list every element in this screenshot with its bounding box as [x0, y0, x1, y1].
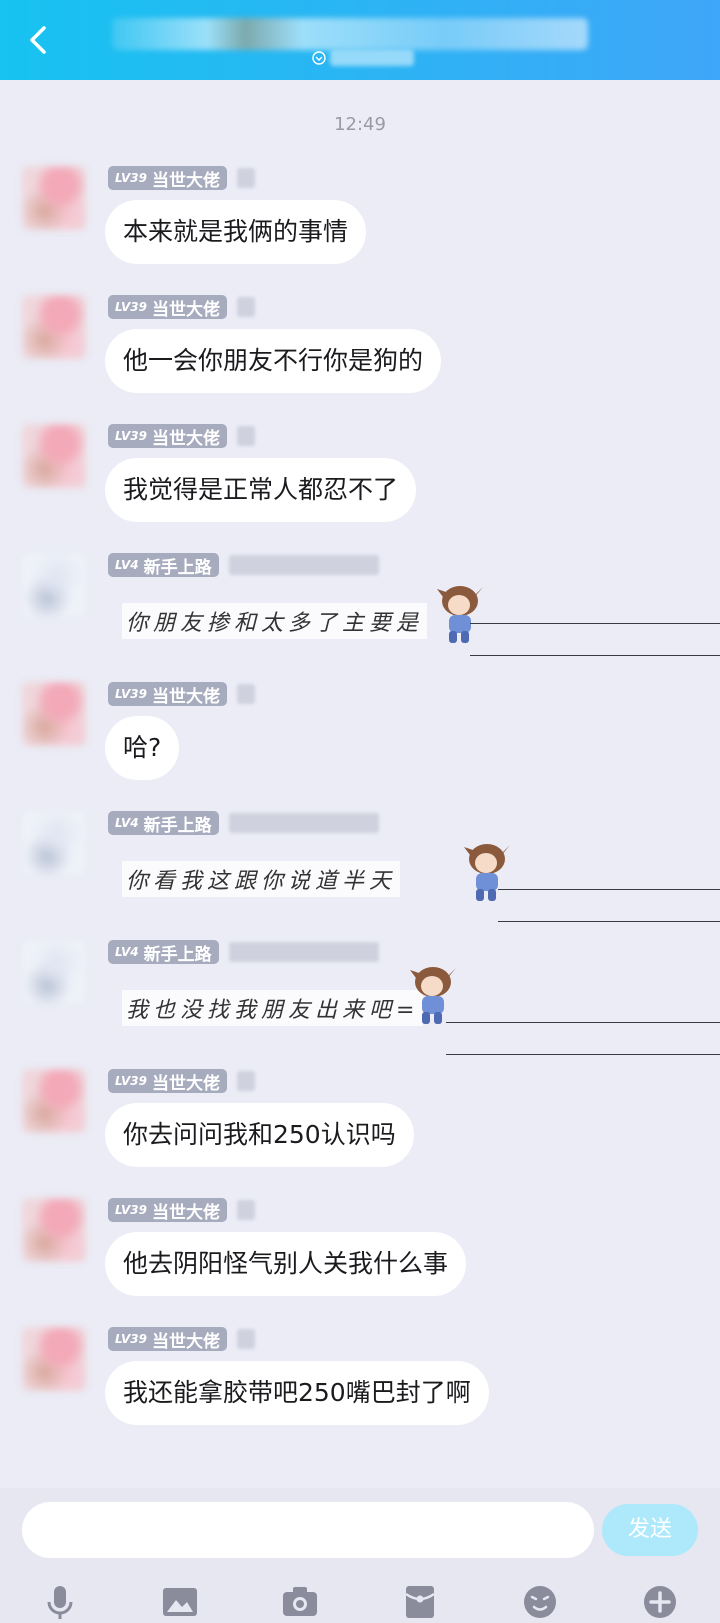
back-button[interactable]: [18, 18, 62, 62]
rank-title: 新手上路: [143, 944, 212, 965]
rank-title: 当世大佬: [151, 428, 220, 449]
chibi-sticker-icon: [410, 967, 456, 1024]
avatar[interactable]: [22, 1198, 86, 1262]
member-count-redacted: [330, 50, 414, 66]
red-packet-icon[interactable]: [400, 1582, 440, 1622]
username-redacted: [237, 426, 255, 446]
message-bubble[interactable]: 他去阴阳怪气别人关我什么事: [105, 1232, 467, 1296]
sticker-string: [470, 655, 720, 656]
rank-badge[interactable]: LV39 当世大佬: [108, 424, 227, 449]
level-label: LV4: [115, 816, 139, 830]
avatar[interactable]: [22, 166, 86, 230]
composer-bar: 发送: [0, 1488, 720, 1623]
sticker-string: [498, 889, 720, 890]
username-redacted: [237, 1071, 255, 1091]
rank-title: 新手上路: [143, 815, 212, 836]
level-label: LV39: [115, 1074, 147, 1088]
level-label: LV4: [115, 558, 139, 572]
handwriting-message[interactable]: 你看我这跟你说道半天: [122, 861, 401, 897]
avatar[interactable]: [22, 553, 86, 617]
rank-title: 当世大佬: [151, 299, 220, 320]
rank-badge[interactable]: LV4 新手上路: [108, 811, 219, 836]
rank-title: 新手上路: [143, 557, 212, 578]
mic-icon[interactable]: [40, 1582, 80, 1622]
plus-icon[interactable]: [640, 1582, 680, 1622]
level-label: LV39: [115, 1332, 147, 1346]
message-bubble[interactable]: 本来就是我俩的事情: [105, 200, 367, 264]
rank-badge[interactable]: LV39 当世大佬: [108, 166, 227, 191]
rank-badge[interactable]: LV4 新手上路: [108, 553, 219, 578]
username-redacted: [237, 168, 255, 188]
rank-title: 当世大佬: [151, 1202, 220, 1223]
level-label: LV39: [115, 687, 147, 701]
camera-icon[interactable]: [280, 1582, 320, 1622]
level-label: LV39: [115, 171, 147, 185]
sticker-string: [446, 1054, 720, 1055]
back-arrow-icon: [30, 26, 46, 54]
username-redacted: [229, 942, 379, 962]
rank-badge[interactable]: LV39 当世大佬: [108, 1198, 227, 1223]
avatar[interactable]: [22, 1069, 86, 1133]
username-redacted: [229, 813, 379, 833]
sticker-string: [498, 921, 720, 922]
username-redacted: [237, 684, 255, 704]
chibi-sticker-icon: [464, 844, 510, 901]
message-input[interactable]: [22, 1502, 594, 1558]
message-timestamp: 12:49: [334, 114, 386, 135]
avatar[interactable]: [22, 424, 86, 488]
username-redacted: [229, 555, 379, 575]
username-redacted: [237, 1200, 255, 1220]
username-redacted: [237, 1329, 255, 1349]
level-label: LV39: [115, 1203, 147, 1217]
rank-badge[interactable]: LV39 当世大佬: [108, 682, 227, 707]
username-redacted: [237, 297, 255, 317]
avatar[interactable]: [22, 1327, 86, 1391]
top-bar: [0, 0, 720, 80]
avatar[interactable]: [22, 682, 86, 746]
rank-badge[interactable]: LV39 当世大佬: [108, 295, 227, 320]
chat-title-redacted[interactable]: [112, 18, 588, 50]
image-icon[interactable]: [160, 1582, 200, 1622]
chevron-down-circle-icon[interactable]: [312, 51, 326, 65]
rank-badge[interactable]: LV39 当世大佬: [108, 1327, 227, 1352]
emoji-icon[interactable]: [520, 1582, 560, 1622]
level-label: LV39: [115, 300, 147, 314]
rank-title: 当世大佬: [151, 170, 220, 191]
rank-badge[interactable]: LV4 新手上路: [108, 940, 219, 965]
message-bubble[interactable]: 他一会你朋友不行你是狗的: [105, 329, 442, 393]
chibi-sticker-icon: [437, 586, 483, 643]
handwriting-message[interactable]: 你朋友掺和太多了主要是: [122, 603, 428, 639]
level-label: LV39: [115, 429, 147, 443]
message-bubble[interactable]: 我还能拿胶带吧250嘴巴封了啊: [105, 1361, 489, 1425]
avatar[interactable]: [22, 811, 86, 875]
rank-badge[interactable]: LV39 当世大佬: [108, 1069, 227, 1094]
handwriting-message[interactable]: 我也没找我朋友出来吧=: [122, 990, 424, 1026]
message-bubble[interactable]: 哈?: [105, 716, 180, 780]
rank-title: 当世大佬: [151, 1073, 220, 1094]
sticker-string: [470, 623, 720, 624]
rank-title: 当世大佬: [151, 686, 220, 707]
message-bubble[interactable]: 你去问问我和250认识吗: [105, 1103, 414, 1167]
level-label: LV4: [115, 945, 139, 959]
sticker-string: [446, 1022, 720, 1023]
rank-title: 当世大佬: [151, 1331, 220, 1352]
send-button[interactable]: 发送: [602, 1504, 698, 1556]
avatar[interactable]: [22, 295, 86, 359]
avatar[interactable]: [22, 940, 86, 1004]
message-bubble[interactable]: 我觉得是正常人都忍不了: [105, 458, 417, 522]
